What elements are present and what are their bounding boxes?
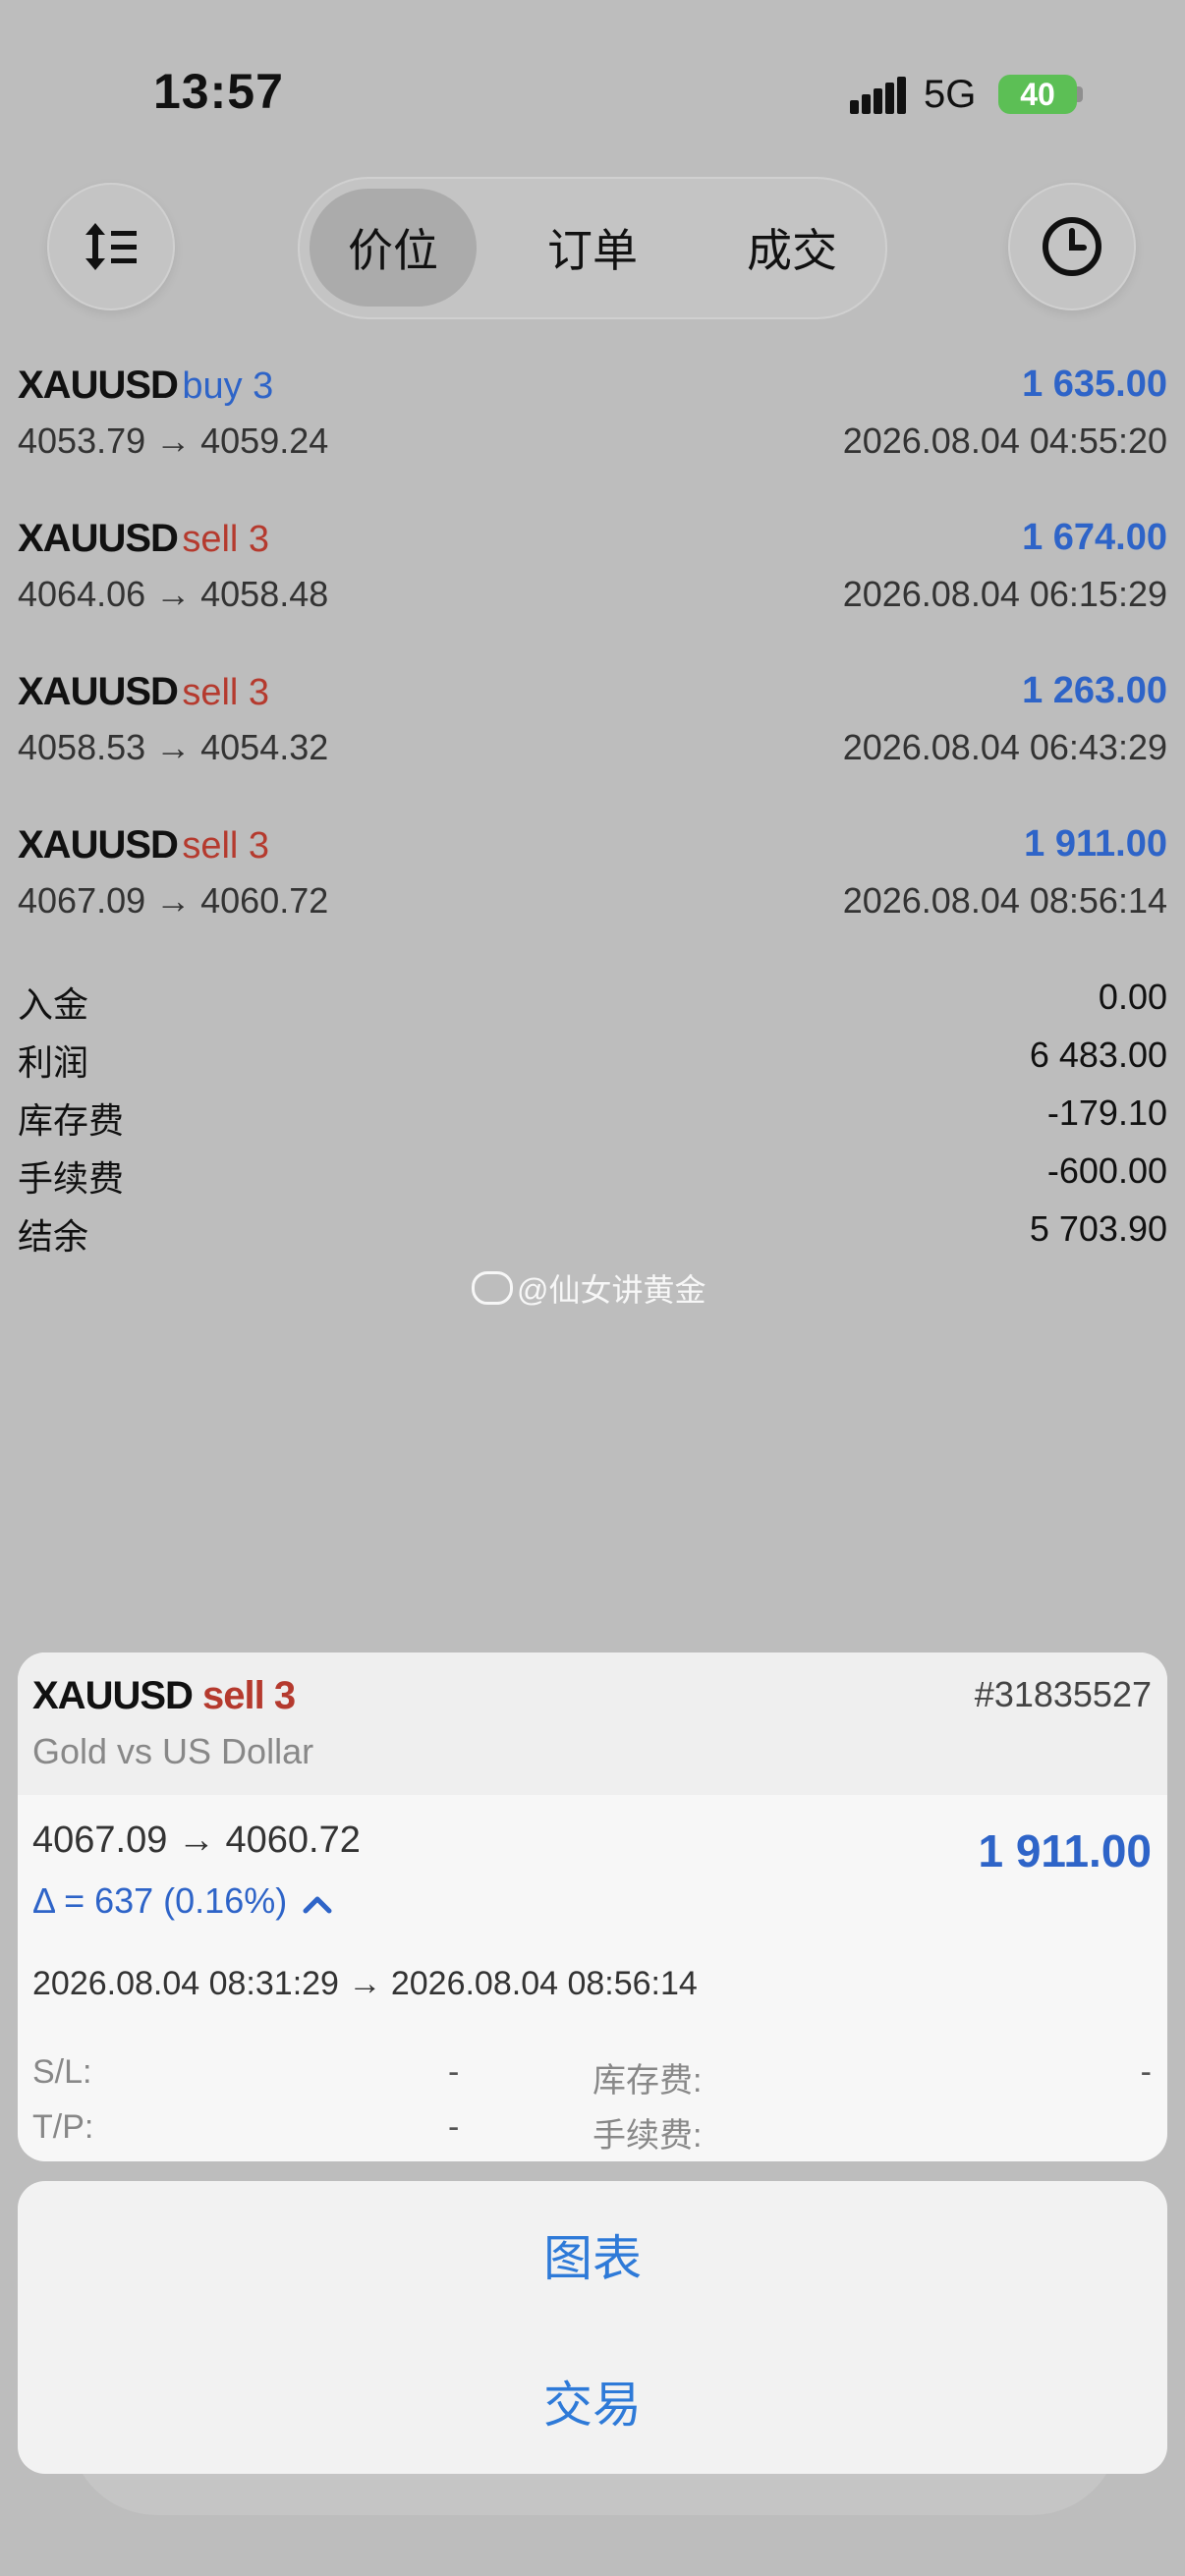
battery-icon: 40 bbox=[998, 75, 1077, 114]
deal-profit: 1 911.00 bbox=[1024, 823, 1167, 865]
tab-orders[interactable]: 订单 bbox=[509, 189, 676, 307]
deal-symbol: XAUUSD bbox=[18, 517, 179, 560]
status-time: 13:57 bbox=[153, 64, 284, 119]
clock-icon bbox=[1043, 217, 1101, 276]
deal-prices: 4067.09 → 4060.72 bbox=[18, 880, 329, 921]
tp-label: T/P: bbox=[32, 2108, 94, 2146]
deal-datetime: 2026.08.04 06:15:29 bbox=[842, 574, 1167, 614]
detail-symbol: XAUUSD bbox=[32, 1674, 194, 1717]
sort-button[interactable] bbox=[47, 183, 175, 310]
deal-side: sell 3 bbox=[182, 825, 270, 867]
summary-value: 5 703.90 bbox=[1029, 1208, 1167, 1249]
watermark-text: @仙女讲黄金 bbox=[517, 1272, 706, 1308]
deal-profit: 1 635.00 bbox=[1022, 364, 1167, 405]
deal-prices: 4053.79 → 4059.24 bbox=[18, 420, 329, 461]
deal-side: sell 3 bbox=[182, 519, 270, 560]
history-button[interactable] bbox=[1008, 183, 1136, 310]
chevron-up-icon bbox=[303, 1896, 332, 1914]
swap-label: 库存费: bbox=[592, 2062, 703, 2100]
tab-price[interactable]: 价位 bbox=[310, 189, 477, 307]
deal-datetime: 2026.08.04 04:55:20 bbox=[842, 420, 1167, 461]
deal-prices: 4064.06 → 4058.48 bbox=[18, 574, 329, 614]
trade-action-button[interactable]: 交易 bbox=[18, 2327, 1167, 2474]
detail-delta-text: Δ = 637 (0.16%) bbox=[32, 1880, 288, 1921]
chart-action-button[interactable]: 图表 bbox=[18, 2181, 1167, 2327]
summary-swap: 库存费 -179.10 bbox=[18, 1092, 1167, 1144]
detail-description: Gold vs US Dollar bbox=[32, 1731, 314, 1771]
deal-prices: 4058.53 → 4054.32 bbox=[18, 727, 329, 767]
deal-profit: 1 674.00 bbox=[1022, 517, 1167, 558]
tp-value: - bbox=[448, 2108, 460, 2146]
deal-side: sell 3 bbox=[182, 672, 270, 713]
weibo-icon bbox=[472, 1271, 513, 1305]
summary-label: 结余 bbox=[18, 1216, 89, 1257]
deal-detail-card: XAUUSD sell 3 #31835527 Gold vs US Dolla… bbox=[18, 1652, 1167, 2161]
summary-value: -179.10 bbox=[1046, 1092, 1167, 1133]
tab-deals[interactable]: 成交 bbox=[708, 189, 875, 307]
swap-value: - bbox=[1140, 2053, 1152, 2091]
deal-row[interactable]: XAUUSD sell 3 1 263.00 4058.53 → 4054.32… bbox=[18, 670, 1167, 778]
summary-value: 6 483.00 bbox=[1029, 1035, 1167, 1075]
network-type: 5G bbox=[924, 73, 977, 116]
battery-tip bbox=[1077, 86, 1083, 102]
detail-ticket: #31835527 bbox=[974, 1674, 1152, 1714]
deal-row[interactable]: XAUUSD buy 3 1 635.00 4053.79 → 4059.24 … bbox=[18, 364, 1167, 472]
tab-switcher: 价位 订单 成交 bbox=[298, 177, 887, 319]
summary-label: 利润 bbox=[18, 1042, 89, 1083]
deal-row[interactable]: XAUUSD sell 3 1 911.00 4067.09 → 4060.72… bbox=[18, 823, 1167, 931]
action-sheet: 图表 交易 bbox=[18, 2181, 1167, 2474]
deal-symbol: XAUUSD bbox=[18, 670, 179, 713]
detail-delta: Δ = 637 (0.16%) bbox=[32, 1880, 332, 1922]
summary-value: 0.00 bbox=[1098, 977, 1167, 1017]
summary-commission: 手续费 -600.00 bbox=[18, 1150, 1167, 1202]
summary-label: 库存费 bbox=[18, 1100, 125, 1141]
sl-value: - bbox=[448, 2053, 460, 2091]
sort-icon bbox=[85, 223, 137, 270]
deal-row[interactable]: XAUUSD sell 3 1 674.00 4064.06 → 4058.48… bbox=[18, 517, 1167, 625]
summary-balance: 结余 5 703.90 bbox=[18, 1208, 1167, 1260]
detail-side: sell 3 bbox=[202, 1674, 296, 1717]
battery-level: 40 bbox=[1020, 76, 1055, 112]
sl-label: S/L: bbox=[32, 2053, 92, 2091]
commission-label: 手续费: bbox=[592, 2117, 703, 2155]
summary-profit: 利润 6 483.00 bbox=[18, 1035, 1167, 1086]
detail-profit: 1 911.00 bbox=[978, 1825, 1152, 1876]
deal-datetime: 2026.08.04 06:43:29 bbox=[842, 727, 1167, 767]
summary-label: 手续费 bbox=[18, 1158, 125, 1199]
detail-period: 2026.08.04 08:31:29 → 2026.08.04 08:56:1… bbox=[32, 1965, 698, 2002]
signal-icon bbox=[850, 77, 906, 114]
summary-deposit: 入金 0.00 bbox=[18, 977, 1167, 1028]
deal-datetime: 2026.08.04 08:56:14 bbox=[842, 880, 1167, 921]
deal-side: buy 3 bbox=[182, 365, 274, 407]
deal-symbol: XAUUSD bbox=[18, 823, 179, 867]
detail-prices: 4067.09 → 4060.72 bbox=[32, 1820, 361, 1861]
deal-symbol: XAUUSD bbox=[18, 364, 179, 407]
summary-value: -600.00 bbox=[1046, 1150, 1167, 1191]
detail-title: XAUUSD sell 3 bbox=[32, 1674, 296, 1718]
summary-label: 入金 bbox=[18, 984, 89, 1025]
deal-profit: 1 263.00 bbox=[1022, 670, 1167, 711]
watermark: @仙女讲黄金 bbox=[472, 1265, 706, 1311]
